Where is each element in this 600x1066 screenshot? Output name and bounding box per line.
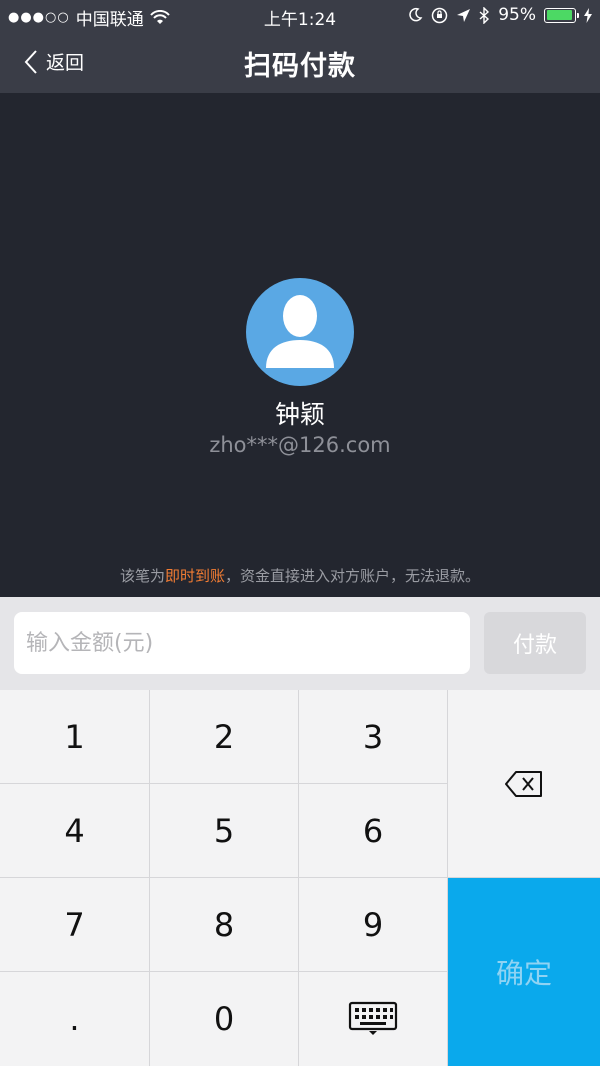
key-1[interactable]: 1 <box>0 690 150 784</box>
pay-button[interactable]: 付款 <box>484 612 586 674</box>
moon-icon <box>409 7 423 22</box>
orientation-lock-icon <box>431 7 448 23</box>
numeric-keypad: 1 2 3 4 5 6 7 8 9 . 0 确定 <box>0 690 600 1066</box>
payee-panel: 钟颖 zho***@126.com 该笔为即时到账，资金直接进入对方账户，无法退… <box>0 93 600 597</box>
key-7[interactable]: 7 <box>0 878 150 972</box>
key-4[interactable]: 4 <box>0 784 150 878</box>
payment-notice: 该笔为即时到账，资金直接进入对方账户，无法退款。 <box>0 565 600 586</box>
key-3[interactable]: 3 <box>299 690 448 784</box>
amount-input[interactable] <box>14 612 470 674</box>
payee-name: 钟颖 <box>274 400 325 429</box>
notice-suffix: ，资金直接进入对方账户，无法退款。 <box>225 567 481 585</box>
notice-prefix: 该笔为 <box>119 567 165 585</box>
key-5[interactable]: 5 <box>150 784 299 878</box>
notice-highlight: 即时到账 <box>164 567 225 585</box>
backspace-button[interactable] <box>448 690 600 878</box>
user-silhouette-icon <box>266 295 334 368</box>
bluetooth-icon <box>479 6 490 24</box>
status-bar: ●●●○○ 中国联通 上午1:24 95% <box>0 0 600 32</box>
avatar <box>246 278 354 386</box>
status-right: 95% <box>407 5 592 25</box>
keyboard-icon <box>348 1001 398 1035</box>
key-2[interactable]: 2 <box>150 690 299 784</box>
nav-bar: 返回 扫码付款 <box>0 32 600 93</box>
charging-bolt-icon <box>584 7 592 23</box>
confirm-button[interactable]: 确定 <box>448 878 600 1066</box>
location-arrow-icon <box>457 8 471 22</box>
backspace-icon <box>505 770 542 797</box>
page-title: 扫码付款 <box>244 51 356 82</box>
battery-icon <box>544 7 579 23</box>
payee-account: zho***@126.com <box>209 433 391 457</box>
key-9[interactable]: 9 <box>299 878 448 972</box>
key-decimal[interactable]: . <box>0 972 150 1066</box>
amount-input-bar: 付款 <box>0 597 600 690</box>
hide-keyboard-button[interactable] <box>299 972 448 1066</box>
key-8[interactable]: 8 <box>150 878 299 972</box>
battery-level-fill <box>546 10 573 20</box>
key-6[interactable]: 6 <box>299 784 448 878</box>
battery-percent: 95% <box>498 5 536 25</box>
key-0[interactable]: 0 <box>150 972 299 1066</box>
